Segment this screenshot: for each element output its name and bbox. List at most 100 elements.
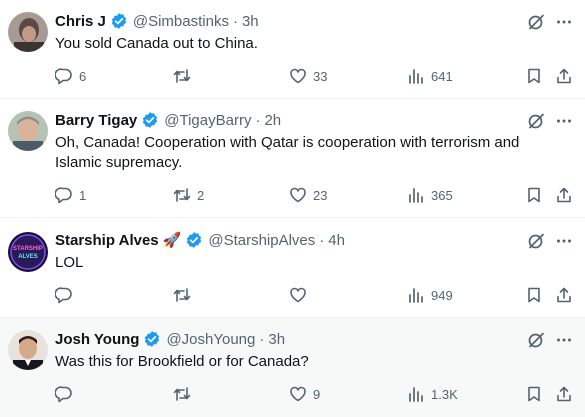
avatar[interactable] xyxy=(8,111,48,151)
reply-count: 6 xyxy=(79,68,87,84)
views-button[interactable]: 949 xyxy=(407,285,453,305)
tweet-actions: 949 xyxy=(0,285,585,305)
retweet-icon xyxy=(173,387,191,401)
like-button[interactable] xyxy=(289,285,313,305)
more-options-icon[interactable] xyxy=(555,112,573,130)
like-icon xyxy=(290,287,306,303)
tweet-text: Oh, Canada! Cooperation with Qatar is co… xyxy=(55,134,520,171)
timestamp[interactable]: 3h xyxy=(242,13,259,30)
like-icon xyxy=(290,187,306,203)
retweet-button[interactable] xyxy=(173,285,197,305)
share-icon xyxy=(557,287,571,303)
view-count: 641 xyxy=(431,68,453,84)
like-button[interactable]: 33 xyxy=(289,66,327,86)
views-button[interactable]: 365 xyxy=(407,185,453,205)
like-button[interactable]: 9 xyxy=(289,384,320,404)
bookmark-button[interactable] xyxy=(525,384,543,404)
retweet-icon xyxy=(173,69,191,83)
author-handle[interactable]: @TigayBarry xyxy=(164,112,251,129)
tweet[interactable]: STARSHIP ALVES Starship Alves 🚀 @Starshi… xyxy=(0,218,585,318)
author-name[interactable]: Josh Young xyxy=(55,331,139,348)
avatar[interactable] xyxy=(8,330,48,370)
bookmark-button[interactable] xyxy=(525,185,543,205)
reply-button[interactable] xyxy=(55,384,79,404)
author-name[interactable]: Starship Alves xyxy=(55,232,159,249)
tweet[interactable]: Josh Young @JoshYoung · 3h Was this for … xyxy=(0,318,585,417)
verified-badge-icon xyxy=(141,111,159,129)
view-count: 1.3K xyxy=(431,386,458,402)
bookmark-icon xyxy=(528,386,540,402)
avatar-text-line1: STARSHIP xyxy=(13,246,43,252)
more-options-icon[interactable] xyxy=(555,13,573,31)
like-count: 9 xyxy=(313,386,321,402)
retweet-button[interactable]: 2 xyxy=(173,185,204,205)
avatar[interactable]: STARSHIP ALVES xyxy=(8,232,48,272)
tweet-actions: 1 2 23 365 xyxy=(0,185,585,205)
verified-badge-icon xyxy=(110,12,128,30)
view-count: 365 xyxy=(431,187,453,203)
view-count: 949 xyxy=(431,287,453,303)
bookmark-icon xyxy=(528,287,540,303)
grok-icon[interactable] xyxy=(527,331,545,349)
reply-icon xyxy=(55,68,72,85)
retweet-button[interactable] xyxy=(173,384,197,404)
timestamp[interactable]: 2h xyxy=(264,112,281,129)
views-button[interactable]: 1.3K xyxy=(407,384,458,404)
verified-badge-icon xyxy=(143,330,161,348)
grok-icon[interactable] xyxy=(527,13,545,31)
like-count: 23 xyxy=(313,187,328,203)
separator: · xyxy=(319,231,325,249)
tweet-text: Was this for Brookfield or for Canada? xyxy=(55,353,309,370)
share-icon xyxy=(557,187,571,203)
bookmark-button[interactable] xyxy=(525,285,543,305)
tweet[interactable]: Chris J @Simbastinks · 3h You sold Canad… xyxy=(0,0,585,99)
author-name[interactable]: Barry Tigay xyxy=(55,112,137,129)
bookmark-icon xyxy=(528,68,540,84)
grok-icon[interactable] xyxy=(527,112,545,130)
reply-count: 1 xyxy=(79,187,87,203)
reply-button[interactable]: 6 xyxy=(55,66,86,86)
separator: · xyxy=(255,111,261,129)
retweet-icon xyxy=(173,288,191,302)
more-options-icon[interactable] xyxy=(555,232,573,250)
reply-button[interactable]: 1 xyxy=(55,185,86,205)
author-handle[interactable]: @StarshipAlves xyxy=(208,232,315,249)
author-handle[interactable]: @Simbastinks xyxy=(133,13,229,30)
reply-icon xyxy=(55,187,72,204)
like-icon xyxy=(290,386,306,402)
views-icon xyxy=(409,69,423,84)
reply-button[interactable] xyxy=(55,285,79,305)
tweet-text: LOL xyxy=(55,254,84,271)
retweet-button[interactable] xyxy=(173,66,197,86)
rocket-emoji: 🚀 xyxy=(162,232,182,249)
retweet-icon xyxy=(173,188,191,202)
share-button[interactable] xyxy=(555,384,573,404)
share-button[interactable] xyxy=(555,185,573,205)
views-icon xyxy=(409,188,423,203)
reply-icon xyxy=(55,287,72,304)
views-icon xyxy=(409,387,423,402)
grok-icon[interactable] xyxy=(527,232,545,250)
author-name[interactable]: Chris J xyxy=(55,13,106,30)
verified-badge-icon xyxy=(185,231,203,249)
tweet-actions: 9 1.3K xyxy=(0,384,585,404)
timestamp[interactable]: 4h xyxy=(328,232,345,249)
views-button[interactable]: 641 xyxy=(407,66,453,86)
bookmark-icon xyxy=(528,187,540,203)
tweet-actions: 6 33 641 xyxy=(0,66,585,86)
views-icon xyxy=(409,288,423,303)
like-button[interactable]: 23 xyxy=(289,185,327,205)
reply-icon xyxy=(55,386,72,403)
bookmark-button[interactable] xyxy=(525,66,543,86)
avatar-text-line2: ALVES xyxy=(18,254,38,260)
avatar[interactable] xyxy=(8,12,48,52)
timestamp[interactable]: 3h xyxy=(268,331,285,348)
separator: · xyxy=(232,12,238,30)
share-button[interactable] xyxy=(555,66,573,86)
tweet-text: You sold Canada out to China. xyxy=(55,35,258,52)
share-button[interactable] xyxy=(555,285,573,305)
tweet[interactable]: Barry Tigay @TigayBarry · 2h Oh, Canada!… xyxy=(0,99,585,218)
author-handle[interactable]: @JoshYoung xyxy=(166,331,255,348)
share-icon xyxy=(557,68,571,84)
more-options-icon[interactable] xyxy=(555,331,573,349)
